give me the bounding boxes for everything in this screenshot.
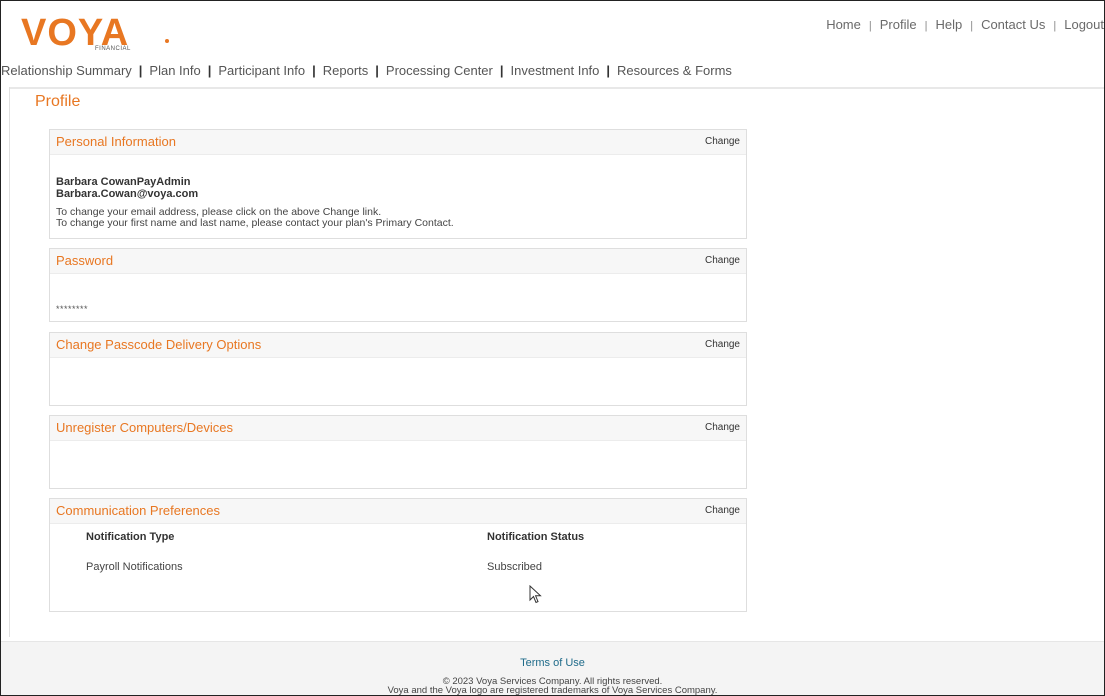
- nav-contact-us-link[interactable]: Contact Us: [981, 17, 1045, 32]
- nav-plan-info[interactable]: Plan Info: [149, 63, 200, 78]
- passcode-delivery-change-link[interactable]: Change: [705, 339, 740, 350]
- main-nav: Relationship Summary | Plan Info | Participa…: [1, 63, 732, 78]
- communication-preferences-change-link[interactable]: Change: [705, 505, 740, 516]
- nav-reports[interactable]: Reports: [323, 63, 369, 78]
- user-full-name: Barbara CowanPayAdmin: [56, 176, 191, 188]
- panel-header: Personal Information Change: [50, 130, 746, 155]
- logo-dot-icon: [165, 39, 169, 43]
- panel-header: Password Change: [50, 249, 746, 274]
- nav-participant-info[interactable]: Participant Info: [218, 63, 305, 78]
- content-left-rule: [9, 87, 10, 637]
- page-title: Profile: [35, 93, 81, 110]
- nav-relationship-summary[interactable]: Relationship Summary: [1, 63, 132, 78]
- notification-type-cell: Payroll Notifications: [86, 561, 183, 573]
- user-email: Barbara.Cowan@voya.com: [56, 188, 199, 200]
- panel-header: Communication Preferences Change: [50, 499, 746, 524]
- nav-profile-link[interactable]: Profile: [880, 17, 917, 32]
- personal-information-change-link[interactable]: Change: [705, 136, 740, 147]
- nav-home-link[interactable]: Home: [826, 17, 861, 32]
- unregister-devices-panel: Unregister Computers/Devices Change: [49, 415, 747, 489]
- nav-logout-link[interactable]: Logout: [1064, 17, 1104, 32]
- terms-of-use-link[interactable]: Terms of Use: [1, 657, 1104, 669]
- nav-processing-center[interactable]: Processing Center: [386, 63, 493, 78]
- notification-status-cell: Subscribed: [487, 561, 543, 573]
- password-change-link[interactable]: Change: [705, 255, 740, 266]
- password-panel: Password Change ********: [49, 248, 747, 322]
- notification-type-header: Notification Type: [86, 531, 175, 543]
- passcode-delivery-panel: Change Passcode Delivery Options Change: [49, 332, 747, 406]
- password-mask: ********: [56, 304, 89, 314]
- personal-information-title: Personal Information: [56, 134, 176, 149]
- logo-subtitle: FINANCIAL: [95, 46, 131, 52]
- voya-logo[interactable]: VOYA FINANCIAL: [21, 14, 171, 52]
- utility-nav: Home | Profile | Help | Contact Us | Logout: [826, 17, 1104, 32]
- page-footer: Terms of Use © 2023 Voya Services Compan…: [1, 641, 1104, 696]
- communication-preferences-title: Communication Preferences: [56, 503, 221, 518]
- communication-preferences-panel: Communication Preferences Change Notific…: [49, 498, 747, 612]
- nav-resources-forms[interactable]: Resources & Forms: [617, 63, 732, 78]
- mouse-pointer-icon: [529, 585, 542, 604]
- unregister-devices-title: Unregister Computers/Devices: [56, 420, 234, 435]
- header-divider: [9, 87, 1104, 89]
- panel-header: Change Passcode Delivery Options Change: [50, 333, 746, 358]
- trademark-text: Voya and the Voya logo are registered tr…: [387, 685, 718, 696]
- name-change-note: To change your first name and last name,…: [56, 217, 454, 229]
- panel-header: Unregister Computers/Devices Change: [50, 416, 746, 441]
- unregister-devices-change-link[interactable]: Change: [705, 422, 740, 433]
- personal-information-panel: Personal Information Change Barbara Cowa…: [49, 129, 747, 239]
- nav-help-link[interactable]: Help: [935, 17, 962, 32]
- password-title: Password: [56, 253, 114, 268]
- notification-status-header: Notification Status: [487, 531, 585, 543]
- nav-investment-info[interactable]: Investment Info: [511, 63, 600, 78]
- page-frame: VOYA FINANCIAL Home | Profile | Help | Contact…: [0, 0, 1105, 696]
- passcode-delivery-title: Change Passcode Delivery Options: [56, 337, 262, 352]
